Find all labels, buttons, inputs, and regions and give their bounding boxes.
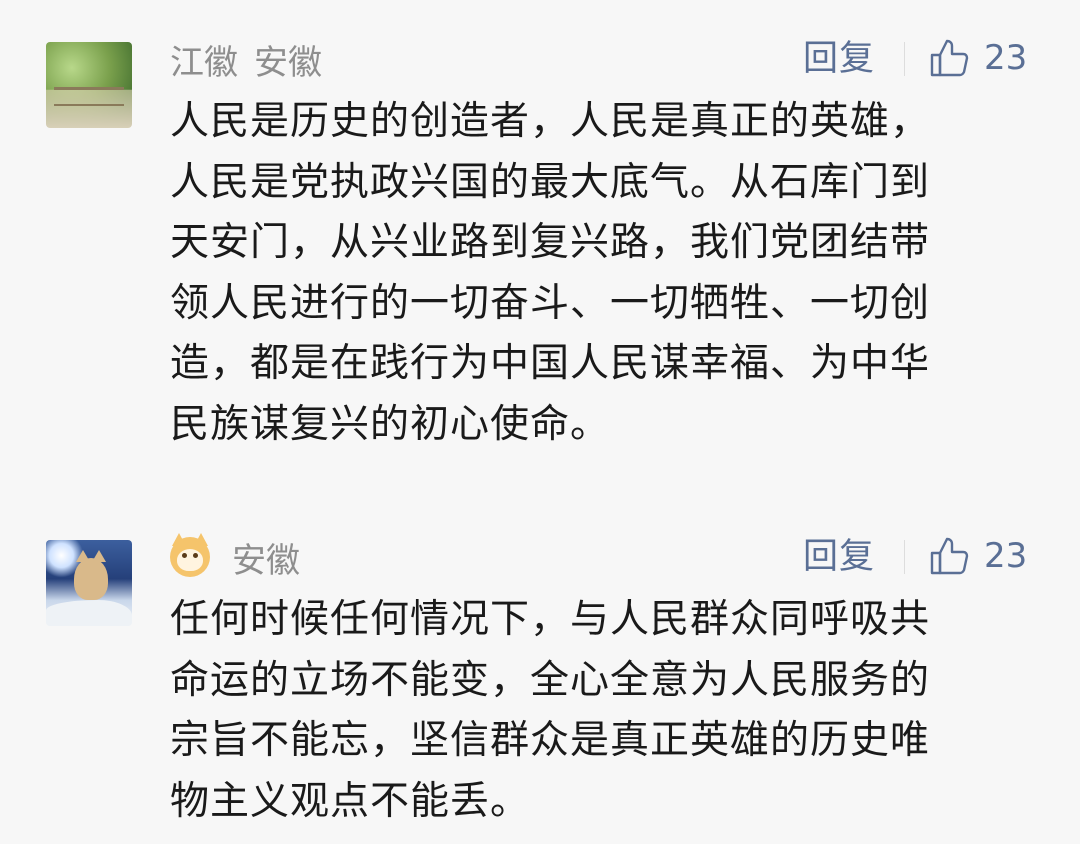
commenter-location: 安徽 bbox=[254, 42, 322, 83]
comment-meta: 江徽 安徽 bbox=[170, 35, 322, 84]
like-button[interactable]: 23 bbox=[928, 34, 1027, 82]
thumbs-up-icon bbox=[930, 537, 969, 575]
comment-meta: 安徽 bbox=[170, 533, 300, 581]
divider bbox=[904, 42, 905, 76]
like-count: 23 bbox=[984, 38, 1028, 78]
avatar[interactable] bbox=[46, 540, 132, 626]
dog-eye bbox=[182, 553, 187, 558]
dog-face bbox=[177, 549, 203, 571]
comment-text: 人民是历史的创造者，人民是真正的英雄， 人民是党执政兴国的最大底气。从石库门到 … bbox=[170, 99, 931, 447]
commenter-location: 安徽 bbox=[232, 540, 300, 581]
commenter-nickname[interactable]: 江徽 bbox=[170, 35, 238, 84]
shiba-dog-emoji-icon bbox=[170, 533, 210, 577]
dog-ear bbox=[194, 533, 208, 546]
bridge-rail bbox=[54, 87, 124, 106]
dog-eye bbox=[193, 553, 198, 558]
avatar[interactable] bbox=[46, 42, 132, 128]
cat-shape bbox=[74, 550, 108, 600]
like-count: 23 bbox=[984, 536, 1028, 576]
like-button[interactable]: 23 bbox=[928, 532, 1027, 580]
reply-button[interactable]: 回复 bbox=[803, 534, 875, 580]
divider bbox=[904, 540, 905, 574]
thumbs-up-icon bbox=[930, 39, 969, 77]
comment-text: 任何时候任何情况下，与人民群众同呼吸共 命运的立场不能变，全心全意为人民服务的 … bbox=[170, 597, 931, 824]
reply-button[interactable]: 回复 bbox=[803, 36, 875, 82]
dog-ear bbox=[172, 533, 186, 546]
snow-shape bbox=[46, 600, 132, 626]
